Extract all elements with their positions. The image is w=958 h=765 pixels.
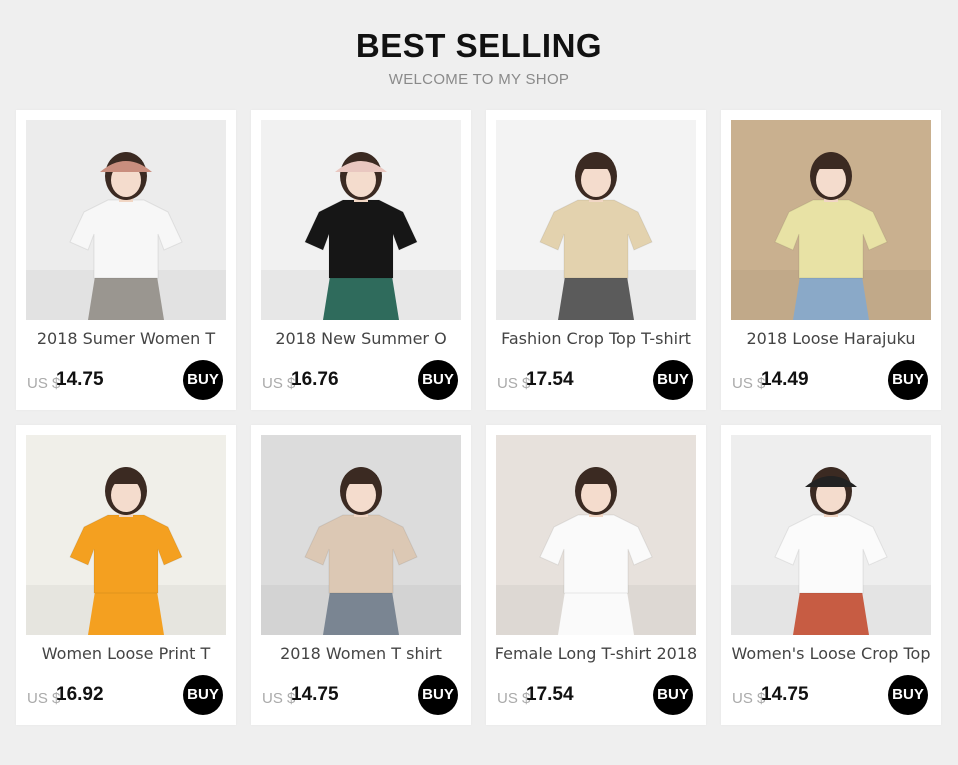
product-card[interactable]: 2018 Sumer Women T US $ 14.75 BUY <box>16 110 236 410</box>
product-grid: 2018 Sumer Women T US $ 14.75 BUY 2018 N… <box>0 0 958 765</box>
product-photo[interactable] <box>261 120 461 320</box>
buy-button[interactable]: BUY <box>183 675 223 715</box>
product-card[interactable]: Women's Loose Crop Top US $ 14.75 BUY <box>721 425 941 725</box>
product-price: 16.92 <box>56 684 104 705</box>
product-photo[interactable] <box>26 120 226 320</box>
product-price: 17.54 <box>526 369 574 390</box>
product-name[interactable]: Women Loose Print T <box>16 644 236 663</box>
buy-button[interactable]: BUY <box>653 675 693 715</box>
product-name[interactable]: 2018 New Summer O <box>251 329 471 348</box>
product-card[interactable]: Fashion Crop Top T-shirt US $ 17.54 BUY <box>486 110 706 410</box>
product-card[interactable]: 2018 Women T shirt US $ 14.75 BUY <box>251 425 471 725</box>
product-card[interactable]: 2018 Loose Harajuku US $ 14.49 BUY <box>721 110 941 410</box>
product-name[interactable]: 2018 Sumer Women T <box>16 329 236 348</box>
product-card[interactable]: 2018 New Summer O US $ 16.76 BUY <box>251 110 471 410</box>
product-price: 14.75 <box>56 369 104 390</box>
product-photo[interactable] <box>496 435 696 635</box>
product-price: 14.75 <box>761 684 809 705</box>
product-name[interactable]: Female Long T-shirt 2018 <box>486 644 706 663</box>
product-name[interactable]: Fashion Crop Top T-shirt <box>486 329 706 348</box>
buy-button[interactable]: BUY <box>888 675 928 715</box>
product-price: 17.54 <box>526 684 574 705</box>
product-photo[interactable] <box>731 435 931 635</box>
product-photo[interactable] <box>261 435 461 635</box>
product-photo[interactable] <box>26 435 226 635</box>
buy-button[interactable]: BUY <box>183 360 223 400</box>
product-photo[interactable] <box>496 120 696 320</box>
buy-button[interactable]: BUY <box>888 360 928 400</box>
product-card[interactable]: Female Long T-shirt 2018 US $ 17.54 BUY <box>486 425 706 725</box>
product-photo[interactable] <box>731 120 931 320</box>
buy-button[interactable]: BUY <box>653 360 693 400</box>
product-price: 14.75 <box>291 684 339 705</box>
product-card[interactable]: Women Loose Print T US $ 16.92 BUY <box>16 425 236 725</box>
product-name[interactable]: 2018 Loose Harajuku <box>721 329 941 348</box>
product-name[interactable]: Women's Loose Crop Top <box>721 644 941 663</box>
buy-button[interactable]: BUY <box>418 360 458 400</box>
product-price: 16.76 <box>291 369 339 390</box>
buy-button[interactable]: BUY <box>418 675 458 715</box>
product-price: 14.49 <box>761 369 809 390</box>
product-name[interactable]: 2018 Women T shirt <box>251 644 471 663</box>
